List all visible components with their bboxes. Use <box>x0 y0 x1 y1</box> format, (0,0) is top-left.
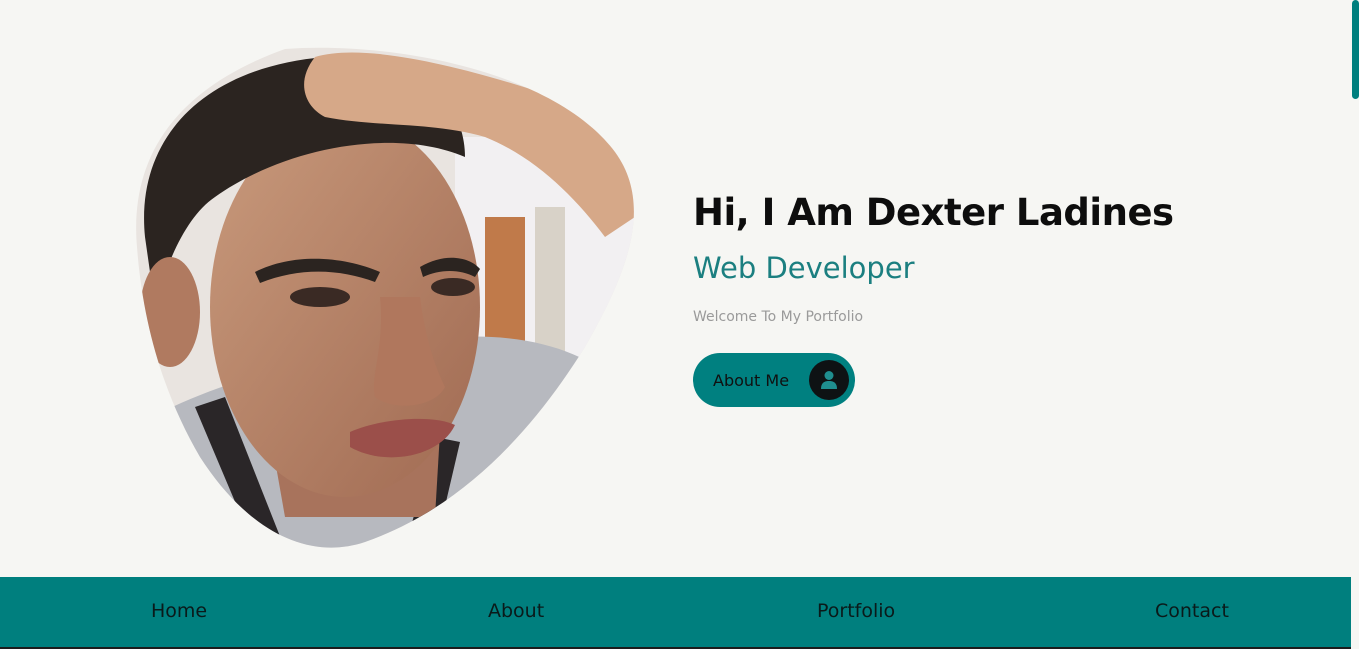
hero-content: Hi, I Am Dexter Ladines Web Developer We… <box>693 190 1213 407</box>
profile-photo <box>135 47 635 549</box>
nav-item-about[interactable]: About <box>488 599 544 623</box>
nav-item-home[interactable]: Home <box>151 599 207 623</box>
hero-welcome-text: Welcome To My Portfolio <box>693 309 864 325</box>
hero-role: Web Developer <box>693 251 915 285</box>
user-icon <box>809 360 849 400</box>
bottom-navbar: Home About Portfolio Contact <box>0 577 1351 649</box>
page: Hi, I Am Dexter Ladines Web Developer We… <box>0 0 1359 649</box>
about-me-button[interactable]: About Me <box>693 353 855 407</box>
hero-title: Hi, I Am Dexter Ladines <box>693 191 1174 234</box>
about-me-button-label: About Me <box>713 370 790 390</box>
scrollbar[interactable] <box>1351 0 1359 649</box>
nav-item-contact[interactable]: Contact <box>1155 599 1229 623</box>
nav-item-portfolio[interactable]: Portfolio <box>817 599 895 623</box>
scrollbar-thumb[interactable] <box>1352 0 1359 99</box>
